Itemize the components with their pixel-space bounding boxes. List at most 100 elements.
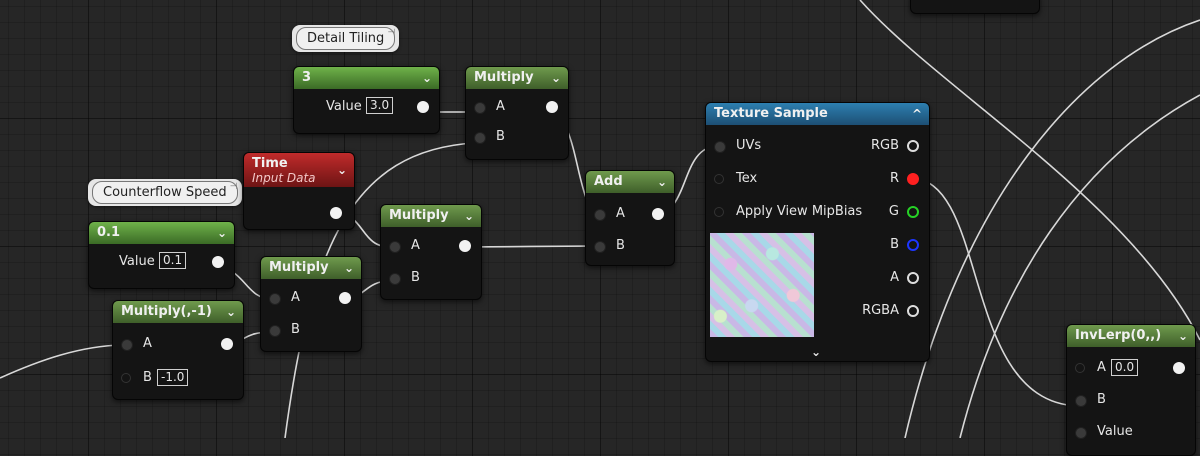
input-pin-a[interactable] (474, 102, 486, 114)
input-pin-uvs[interactable] (714, 141, 726, 153)
node-header[interactable]: InvLerp(0,,) ⌄ (1067, 325, 1195, 347)
node-header[interactable]: Add ⌄ (586, 171, 674, 193)
chevron-up-icon[interactable]: ^ (912, 103, 922, 125)
output-pin[interactable] (546, 101, 558, 113)
input-pin-a[interactable] (1075, 363, 1085, 373)
offscreen-node[interactable] (910, 0, 1040, 14)
node-title: 3 (302, 70, 312, 85)
input-pin-b[interactable] (474, 132, 486, 144)
value-label: Value (326, 99, 362, 114)
input-pin-mipbias[interactable] (714, 207, 724, 217)
pin-label-a: A (496, 99, 505, 114)
output-pin[interactable] (330, 207, 342, 219)
node-header[interactable]: 0.1 ⌄ (89, 222, 234, 244)
chevron-down-icon[interactable]: ⌄ (464, 205, 474, 227)
chevron-down-icon[interactable]: ⌄ (811, 345, 821, 359)
chevron-down-icon[interactable]: ⌄ (1178, 325, 1188, 347)
constant-node-detail-tiling[interactable]: 3 ⌄ Value 3.0 (293, 66, 440, 134)
chevron-down-icon[interactable]: ⌄ (344, 257, 354, 279)
output-pin-a[interactable] (907, 272, 919, 284)
input-pin-a[interactable] (389, 241, 401, 253)
input-pin-tex[interactable] (714, 174, 724, 184)
output-pin[interactable] (221, 338, 233, 350)
node-title: 0.1 (97, 225, 121, 240)
pin-icon[interactable]: ⊣ (387, 28, 395, 38)
chevron-down-icon[interactable]: ⌄ (657, 171, 667, 193)
node-title: Multiply (474, 70, 534, 85)
output-pin[interactable] (339, 292, 351, 304)
value-field[interactable]: 3.0 (366, 97, 394, 114)
output-pin[interactable] (459, 240, 471, 252)
input-pin-b[interactable] (121, 373, 131, 383)
b-value-field[interactable]: -1.0 (157, 369, 189, 386)
input-pin-a[interactable] (594, 209, 606, 221)
input-pin-value[interactable] (1075, 427, 1087, 439)
output-pin[interactable] (652, 208, 664, 220)
output-pin[interactable] (417, 101, 429, 113)
node-header[interactable]: Multiply ⌄ (466, 67, 568, 89)
multiply-neg-node[interactable]: Multiply(,-1) ⌄ A B -1.0 (112, 300, 244, 400)
pin-label-b: B (291, 322, 300, 337)
node-title: Multiply (269, 260, 329, 275)
input-pin-b[interactable] (389, 273, 401, 285)
pin-label-rgba: RGBA (862, 303, 899, 318)
output-pin-g[interactable] (907, 206, 919, 218)
pin-label-uvs: UVs (736, 138, 762, 153)
value-field[interactable]: 0.1 (159, 252, 187, 269)
comment-label: Counterflow Speed (92, 181, 238, 204)
chevron-down-icon[interactable]: ⌄ (551, 67, 561, 89)
a-value-field[interactable]: 0.0 (1111, 359, 1139, 376)
input-pin-a[interactable] (269, 293, 281, 305)
pin-icon[interactable]: ⊣ (230, 182, 238, 192)
output-pin-b[interactable] (907, 239, 919, 251)
output-pin-rgb[interactable] (907, 140, 919, 152)
multiply-node-mid[interactable]: Multiply ⌄ A B (380, 204, 482, 300)
wire (909, 177, 1079, 407)
pin-label-a: A (616, 206, 625, 221)
output-pin[interactable] (212, 256, 224, 268)
node-header[interactable]: Multiply ⌄ (381, 205, 481, 227)
node-title: Multiply (389, 208, 449, 223)
chevron-down-icon[interactable]: ⌄ (422, 67, 432, 89)
input-pin-b[interactable] (594, 241, 606, 253)
node-header[interactable]: Multiply(,-1) ⌄ (113, 301, 243, 323)
chevron-down-icon[interactable]: ⌄ (217, 222, 227, 244)
node-header[interactable]: 3 ⌄ (294, 67, 439, 89)
pin-label-a: A (291, 290, 300, 305)
texture-sample-node[interactable]: Texture Sample ^ UVs RGB Tex R Apply Vie… (705, 102, 930, 362)
chevron-down-icon[interactable]: ⌄ (226, 301, 236, 323)
node-header[interactable]: Texture Sample ^ (706, 103, 929, 125)
comment-detail-tiling[interactable]: Detail Tiling ⊣ (292, 25, 400, 52)
node-header[interactable]: Time Input Data ⌄ (244, 153, 354, 187)
node-title: Add (594, 174, 623, 189)
wire (0, 344, 123, 379)
pin-label-r: R (889, 171, 899, 186)
multiply-node-low[interactable]: Multiply ⌄ A B (260, 256, 362, 352)
pin-label-b: B (411, 270, 420, 285)
comment-counterflow-speed[interactable]: Counterflow Speed ⊣ (88, 179, 242, 206)
output-pin[interactable] (1173, 362, 1185, 374)
node-title: Time (252, 156, 288, 171)
node-title: Multiply(,-1) (121, 304, 212, 319)
pin-label-b: B (890, 237, 899, 252)
node-title: Texture Sample (714, 106, 828, 121)
texture-preview-image (710, 233, 814, 337)
constant-node-counterflow-speed[interactable]: 0.1 ⌄ Value 0.1 (88, 221, 235, 289)
input-pin-b[interactable] (1075, 395, 1087, 407)
multiply-node-top[interactable]: Multiply ⌄ A B (465, 66, 569, 160)
pin-label-mipbias: Apply View MipBias (736, 204, 863, 219)
add-node[interactable]: Add ⌄ A B (585, 170, 675, 266)
time-node[interactable]: Time Input Data ⌄ (243, 152, 355, 230)
output-pin-r[interactable] (907, 173, 919, 185)
pin-label-a: A (1097, 360, 1106, 375)
pin-label-a: A (143, 336, 152, 351)
pin-label-tex: Tex (736, 171, 758, 186)
chevron-down-icon[interactable]: ⌄ (337, 163, 347, 178)
node-header[interactable]: Multiply ⌄ (261, 257, 361, 279)
input-pin-b[interactable] (269, 325, 281, 337)
pin-label-b: B (1097, 392, 1106, 407)
input-pin-a[interactable] (121, 339, 133, 351)
invlerp-node[interactable]: InvLerp(0,,) ⌄ A 0.0 B Value (1066, 324, 1196, 456)
output-pin-rgba[interactable] (907, 305, 919, 317)
pin-label-b: B (616, 238, 625, 253)
